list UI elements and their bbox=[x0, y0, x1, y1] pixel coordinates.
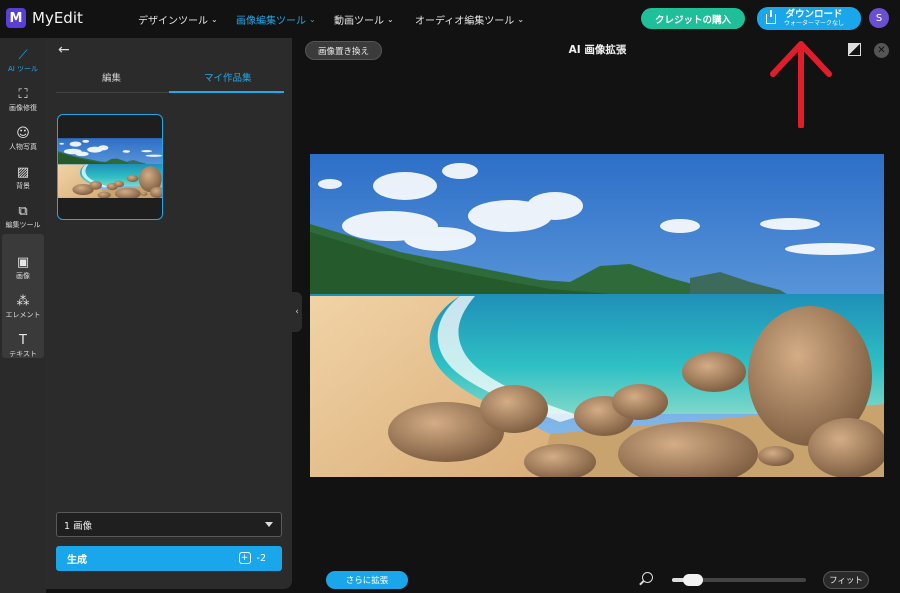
annotation-arrow-icon bbox=[770, 41, 832, 128]
generate-cost: + -2 bbox=[238, 552, 266, 564]
generate-label: 生成 bbox=[67, 555, 87, 566]
top-bar: M MyEdit デザインツール ⌄ 画像編集ツール ⌄ 動画ツール ⌄ オーディオ編… bbox=[0, 0, 900, 38]
image-count-select[interactable]: 1 画像 bbox=[56, 512, 282, 537]
rail-item-portrait[interactable]: ☺ 人物写真 bbox=[2, 120, 44, 158]
download-icon bbox=[766, 9, 776, 24]
expand-more-button[interactable]: さらに拡張 bbox=[326, 571, 408, 589]
work-thumbnail[interactable] bbox=[57, 114, 163, 220]
zoom-slider[interactable] bbox=[672, 574, 806, 586]
nav-audio-tools[interactable]: オーディオ編集ツール ⌄ bbox=[415, 12, 524, 27]
rail-item-label: 背景 bbox=[16, 181, 30, 190]
elements-icon: ⁂ bbox=[16, 293, 30, 309]
chevron-down-icon: ⌄ bbox=[309, 15, 316, 24]
rail-item-label: 人物写真 bbox=[9, 142, 37, 151]
collapse-panel-button[interactable]: ‹ bbox=[292, 292, 302, 332]
fit-button[interactable]: フィット bbox=[823, 571, 869, 589]
rail-item-label: AI ツール bbox=[7, 64, 39, 73]
nav-label: デザインツール bbox=[138, 16, 208, 27]
download-label: ダウンロード bbox=[785, 9, 843, 21]
generate-button[interactable]: 生成 + -2 bbox=[56, 546, 282, 571]
rail-item-edit-tools[interactable]: ⧉ 編集ツール bbox=[2, 198, 44, 236]
rail-item-background[interactable]: ▨ 背景 bbox=[2, 159, 44, 197]
rail-item-label: エレメント bbox=[5, 310, 41, 319]
select-value: 1 画像 bbox=[64, 520, 93, 532]
cost-value: -2 bbox=[256, 552, 266, 564]
download-button[interactable]: ダウンロード ウォーターマークなし bbox=[757, 7, 861, 30]
nav-label: 画像編集ツール bbox=[236, 16, 306, 27]
app-logo[interactable]: M MyEdit bbox=[6, 8, 83, 28]
back-arrow-icon[interactable]: ← bbox=[58, 42, 70, 58]
rail-item-label: 画像 bbox=[16, 271, 30, 280]
download-text: ダウンロード ウォーターマークなし bbox=[784, 10, 844, 27]
rail-item-label: テキスト bbox=[9, 349, 37, 358]
tool-rail: ⟋ AI ツール ⛶ 画像修復 ☺ 人物写真 ▨ 背景 ⧉ 編集ツール ▣ 画像… bbox=[0, 38, 46, 593]
buy-credits-button[interactable]: クレジットの購入 bbox=[641, 8, 745, 29]
rail-item-image[interactable]: ▣ 画像 bbox=[2, 249, 44, 287]
active-tab-indicator bbox=[169, 91, 284, 93]
tab-edit[interactable]: 編集 bbox=[102, 70, 121, 84]
caret-down-icon bbox=[265, 522, 273, 527]
rail-item-text[interactable]: T テキスト bbox=[2, 327, 44, 365]
nav-label: 動画ツール bbox=[334, 16, 384, 27]
background-icon: ▨ bbox=[16, 164, 30, 180]
nav-image-editing-tools[interactable]: 画像編集ツール ⌄ bbox=[236, 12, 316, 27]
credit-icon: + bbox=[238, 552, 251, 564]
tab-my-works[interactable]: マイ作品集 bbox=[204, 70, 252, 84]
compare-icon[interactable] bbox=[848, 43, 861, 56]
portrait-icon: ☺ bbox=[16, 125, 30, 141]
rail-item-label: 画像修復 bbox=[9, 103, 37, 112]
chevron-down-icon: ⌄ bbox=[211, 15, 218, 24]
rail-item-label: 編集ツール bbox=[5, 220, 41, 229]
zoom-slider-thumb[interactable] bbox=[683, 574, 703, 586]
app-name: MyEdit bbox=[32, 9, 83, 27]
user-avatar[interactable]: S bbox=[869, 8, 889, 28]
rail-item-elements[interactable]: ⁂ エレメント bbox=[2, 288, 44, 326]
nav-label: オーディオ編集ツール bbox=[415, 16, 515, 27]
rail-item-image-repair[interactable]: ⛶ 画像修復 bbox=[2, 81, 44, 119]
crop-icon: ⧉ bbox=[18, 203, 28, 219]
nav-design-tools[interactable]: デザインツール ⌄ bbox=[138, 12, 218, 27]
nav-video-tools[interactable]: 動画ツール ⌄ bbox=[334, 12, 394, 27]
replace-image-button[interactable]: 画像置き換え bbox=[305, 41, 382, 60]
side-panel: ← 編集 マイ作品集 1 画像 生成 + -2 bbox=[46, 38, 292, 589]
chevron-down-icon: ⌄ bbox=[517, 15, 525, 24]
thumbnail-image bbox=[58, 138, 162, 198]
image-repair-icon: ⛶ bbox=[18, 86, 28, 102]
image-icon: ▣ bbox=[16, 254, 30, 270]
zoom-icon bbox=[642, 572, 653, 583]
magic-wand-icon: ⟋ bbox=[18, 47, 28, 63]
text-icon: T bbox=[19, 332, 27, 348]
logo-mark-icon: M bbox=[6, 8, 26, 28]
rail-item-ai-tools[interactable]: ⟋ AI ツール bbox=[2, 42, 44, 80]
download-sublabel: ウォーターマークなし bbox=[784, 19, 845, 27]
page-title: AI 画像拡張 bbox=[568, 44, 627, 56]
close-icon[interactable]: ✕ bbox=[874, 43, 889, 58]
chevron-down-icon: ⌄ bbox=[387, 15, 394, 24]
expanded-image bbox=[310, 154, 884, 477]
